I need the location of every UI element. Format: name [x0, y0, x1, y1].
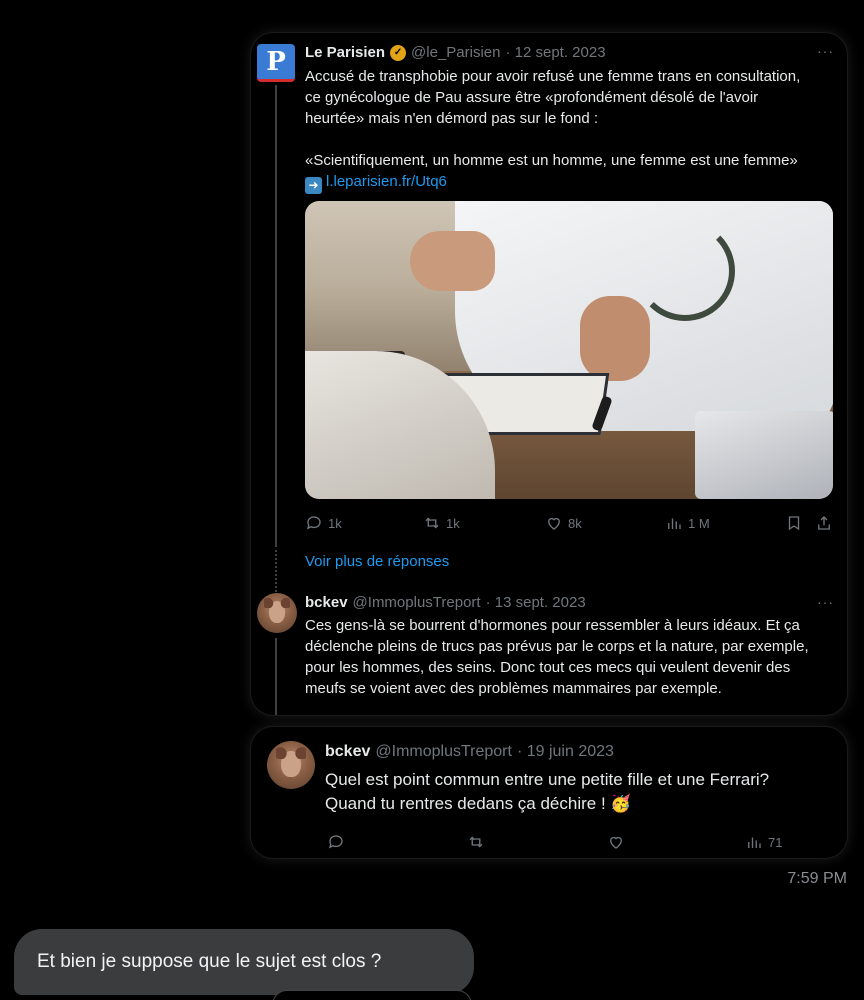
tweet-actions: 1k 1k 8k 1 M: [305, 512, 833, 534]
retweet-icon: [425, 517, 439, 529]
article-link[interactable]: l.leparisien.fr/Utq6: [326, 173, 447, 190]
reply-icon: [328, 835, 343, 849]
retweet-button[interactable]: [467, 833, 485, 851]
message-text: Et bien je suppose que le sujet est clos…: [37, 951, 382, 972]
quoted-thread-card[interactable]: P Le Parisien ✓ @le_Parisien · 12 sept. …: [251, 33, 847, 715]
quoted-tweet-card[interactable]: bckev @ImmoplusTreport · 19 juin 2023 Qu…: [251, 727, 847, 858]
author-handle[interactable]: @le_Parisien: [411, 44, 500, 61]
share-icon: [818, 516, 830, 530]
retweet-button[interactable]: 1k: [423, 514, 460, 532]
le-parisien-avatar[interactable]: P: [257, 44, 295, 82]
reply-button[interactable]: [327, 833, 345, 851]
bckev-avatar[interactable]: [257, 593, 297, 633]
reply-text: Ces gens-là se bourrent d'hormones pour …: [305, 617, 809, 697]
views-button[interactable]: 71: [745, 833, 782, 851]
bookmark-button[interactable]: [785, 514, 803, 532]
tweet-actions: 71: [327, 831, 827, 853]
like-button[interactable]: [607, 833, 625, 851]
bookmark-icon: [788, 516, 800, 531]
reply-author-name[interactable]: bckev: [305, 594, 348, 611]
tweet-image[interactable]: [305, 201, 833, 499]
see-more-replies-link[interactable]: Voir plus de réponses: [305, 553, 449, 570]
reply-author-handle[interactable]: @ImmoplusTreport: [353, 594, 481, 611]
views-chart-icon: [668, 518, 681, 529]
heart-icon: [610, 836, 622, 849]
thread-line: [275, 638, 277, 715]
author-name[interactable]: bckev: [325, 743, 370, 761]
tweet-date[interactable]: · 12 sept. 2023: [505, 44, 605, 61]
tweet-text: Quel est point commun entre une petite f…: [325, 770, 770, 813]
author-name[interactable]: Le Parisien: [305, 44, 385, 61]
message-timestamp: 7:59 PM: [787, 870, 847, 887]
chat-message-bubble[interactable]: Et bien je suppose que le sujet est clos…: [14, 929, 474, 995]
reply-header: bckev @ImmoplusTreport · 13 sept. 2023: [305, 594, 586, 611]
more-options-icon[interactable]: ···: [817, 43, 834, 59]
arrow-right-icon: ➜: [305, 177, 322, 194]
more-options-icon[interactable]: ···: [817, 594, 834, 610]
reply-icon: [306, 516, 321, 530]
thread-line: [275, 85, 277, 547]
like-button[interactable]: 8k: [545, 514, 582, 532]
verified-badge-icon: ✓: [390, 44, 407, 61]
views-button[interactable]: 1 M: [665, 514, 710, 532]
bckev-avatar[interactable]: [267, 741, 315, 789]
heart-icon: [548, 517, 560, 530]
reply-button[interactable]: 1k: [305, 514, 342, 532]
tweet-date[interactable]: · 19 juin 2023: [517, 743, 614, 761]
tweet-header: bckev @ImmoplusTreport · 19 juin 2023: [325, 743, 614, 761]
views-chart-icon: [748, 837, 761, 848]
tweet-text: Accusé de transphobie pour avoir refusé …: [305, 68, 801, 194]
reply-date[interactable]: · 13 sept. 2023: [486, 594, 586, 611]
thread-dots: [275, 550, 277, 592]
party-face-emoji: 🥳: [610, 794, 632, 813]
tweet-header: Le Parisien ✓ @le_Parisien · 12 sept. 20…: [305, 44, 606, 61]
share-button[interactable]: [815, 514, 833, 532]
retweet-icon: [469, 836, 483, 848]
author-handle[interactable]: @ImmoplusTreport: [375, 743, 512, 761]
next-message-bubble[interactable]: [272, 990, 472, 1000]
